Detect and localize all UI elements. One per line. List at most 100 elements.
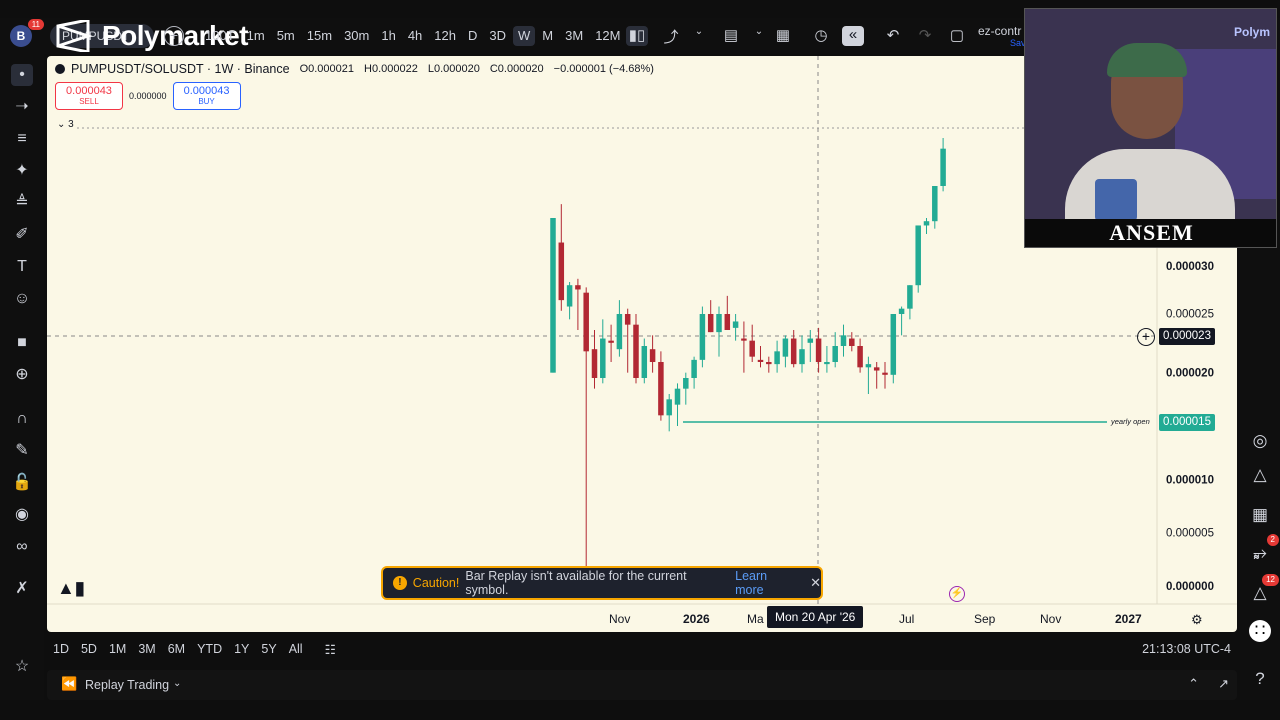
interval-tab-w[interactable]: W	[513, 26, 536, 46]
signals-feed-icon[interactable]: ⥵ 2	[1249, 534, 1279, 564]
interval-tab-3m[interactable]: 3M	[560, 26, 588, 46]
redo-icon[interactable]: ↷	[914, 26, 936, 46]
star-watchlist-icon[interactable]: ☆	[11, 656, 33, 678]
interval-tab-3d[interactable]: 3D	[484, 26, 511, 46]
chart-bars-icon[interactable]: ▤	[720, 26, 742, 46]
emoji-icon[interactable]: ☺	[11, 288, 33, 310]
interval-tab-30m[interactable]: 30m	[339, 26, 374, 46]
apps-grid-icon[interactable]: ∷	[1249, 620, 1271, 642]
range-1d[interactable]: 1D	[47, 642, 75, 656]
chevron-down-icon[interactable]: ⌄	[688, 26, 710, 46]
add-alert-plus-icon[interactable]: +	[1137, 328, 1155, 346]
goto-date-calendar-icon[interactable]: ☷	[319, 642, 342, 657]
chevron-down-icon[interactable]: ⌄	[748, 26, 770, 46]
gear-icon[interactable]: ⚙	[1191, 612, 1203, 628]
brush-icon[interactable]: ✐	[11, 224, 33, 246]
fib-tool-icon[interactable]: ≜	[11, 192, 33, 214]
interval-tab-4h[interactable]: 4h	[403, 26, 427, 46]
date-range-bar: 1D 5D 1M 3M 6M YTD 1Y 5Y All ☷ 21:13:08 UTC-4	[47, 636, 1237, 662]
candle-body	[915, 225, 921, 286]
pattern-icon[interactable]: ✦	[11, 160, 33, 182]
candle-body	[550, 218, 556, 373]
interval-tab-1m[interactable]: 1m	[242, 26, 270, 46]
range-3m[interactable]: 3M	[132, 642, 161, 656]
link-icon[interactable]: ∞	[11, 536, 33, 558]
tradingview-logo-icon[interactable]: ▲▮	[57, 578, 85, 599]
undo-icon[interactable]: ↶	[882, 26, 904, 46]
fullscreen-box-icon[interactable]: ▢	[946, 26, 968, 46]
sell-button[interactable]: 0.000043 SELL	[55, 82, 123, 110]
ideas-triangle-icon[interactable]: △	[1249, 464, 1271, 486]
expand-icon[interactable]: ↗	[1218, 676, 1229, 692]
help-icon[interactable]: ?	[1249, 668, 1271, 690]
caution-toast: ! Caution! Bar Replay isn't available fo…	[381, 566, 823, 600]
interval-tab-d[interactable]: D	[463, 26, 482, 46]
chevron-up-icon[interactable]: ⌃	[1188, 676, 1199, 692]
interval-tab-12h[interactable]: 12h	[429, 26, 461, 46]
candle-body	[749, 340, 755, 357]
time-axis-label: 2026	[683, 612, 710, 626]
zoom-in-icon[interactable]: ⊕	[11, 364, 33, 386]
price-axis-label: 0.000000	[1166, 581, 1214, 593]
replay-icon: ⏪	[61, 676, 78, 691]
range-1y[interactable]: 1Y	[228, 642, 255, 656]
lightning-event-icon[interactable]: ⚡	[949, 586, 965, 602]
candle-body	[699, 314, 706, 360]
interval-tab-12m[interactable]: 12M	[590, 26, 625, 46]
lock-icon[interactable]: 🔓	[11, 472, 33, 494]
pencil-lock-icon[interactable]: ✎	[11, 440, 33, 462]
alerts-bell-icon[interactable]: △ 12	[1249, 574, 1279, 604]
trade-buttons: 0.000043 SELL 0.000000 0.000043 BUY	[55, 82, 241, 110]
candle-body	[807, 338, 814, 343]
trash-icon[interactable]: ✗	[11, 578, 33, 600]
interval-tab-15m[interactable]: 15m	[302, 26, 337, 46]
text-tool-icon[interactable]: T	[11, 256, 33, 278]
calendar-icon[interactable]: ▦	[1249, 504, 1271, 526]
indicators-collapse-toggle[interactable]: ⌄ 3	[57, 119, 74, 130]
range-1m[interactable]: 1M	[103, 642, 132, 656]
range-all[interactable]: All	[283, 642, 309, 656]
target-icon[interactable]: ◎	[1249, 430, 1271, 452]
interval-tab-5m[interactable]: 5m	[272, 26, 300, 46]
candle-body	[932, 186, 938, 222]
symbol-title[interactable]: PUMPUSDT/SOLUSDT · 1W · Binance	[71, 62, 290, 76]
range-5d[interactable]: 5D	[75, 642, 103, 656]
ohlc-open: O0.000021	[299, 63, 355, 75]
indicators-icon[interactable]: ⤴	[660, 26, 682, 46]
learn-more-link[interactable]: Learn more	[735, 569, 798, 597]
magnet-icon[interactable]: ∩	[11, 408, 33, 430]
chevron-down-icon[interactable]: ⌄	[173, 678, 181, 689]
replay-trading-panel[interactable]: ⏪ Replay Trading ⌄ ⌃ ↗	[47, 670, 1237, 700]
close-icon[interactable]: ✕	[810, 575, 821, 591]
range-ytd[interactable]: YTD	[191, 642, 228, 656]
indicators-count: 3	[68, 119, 74, 130]
interval-tab-1h[interactable]: 1h	[376, 26, 400, 46]
time-axis-label: Nov	[1040, 612, 1061, 626]
compare-symbol-button[interactable]: +	[164, 26, 184, 46]
ohlc-high: H0.000022	[364, 63, 418, 75]
candle-body	[799, 349, 805, 365]
horizontal-lines-icon[interactable]: ≡	[11, 128, 33, 150]
buy-label: BUY	[198, 97, 215, 106]
layout-name[interactable]: ez-contr Sav	[978, 24, 1026, 48]
range-5y[interactable]: 5Y	[255, 642, 282, 656]
candle-body	[882, 372, 888, 375]
interval-tab-m[interactable]: M	[537, 26, 558, 46]
interval-tab-100t[interactable]: 100T	[200, 26, 240, 46]
candle-body	[633, 324, 639, 378]
webcam-name-banner: ANSEM	[1025, 219, 1276, 247]
alert-clock-icon[interactable]: ◷	[810, 26, 832, 46]
range-6m[interactable]: 6M	[162, 642, 191, 656]
timezone-clock[interactable]: 21:13:08 UTC-4	[1142, 642, 1231, 656]
candles-chart-type-icon[interactable]: ▮▯	[626, 26, 648, 46]
webcam-microphone	[1095, 179, 1137, 221]
eye-icon[interactable]: ◉	[11, 504, 33, 526]
cursor-dot-icon[interactable]: •	[11, 64, 33, 86]
buy-button[interactable]: 0.000043 BUY	[172, 82, 241, 110]
trend-line-icon[interactable]: ➝	[11, 96, 33, 118]
replay-trading-label[interactable]: Replay Trading	[85, 678, 169, 692]
user-avatar[interactable]: B 11	[10, 19, 44, 47]
layout-grid-icon[interactable]: ▦	[772, 26, 794, 46]
replay-rewind-icon[interactable]: «	[842, 26, 864, 46]
ruler-icon[interactable]: ■	[11, 332, 33, 354]
